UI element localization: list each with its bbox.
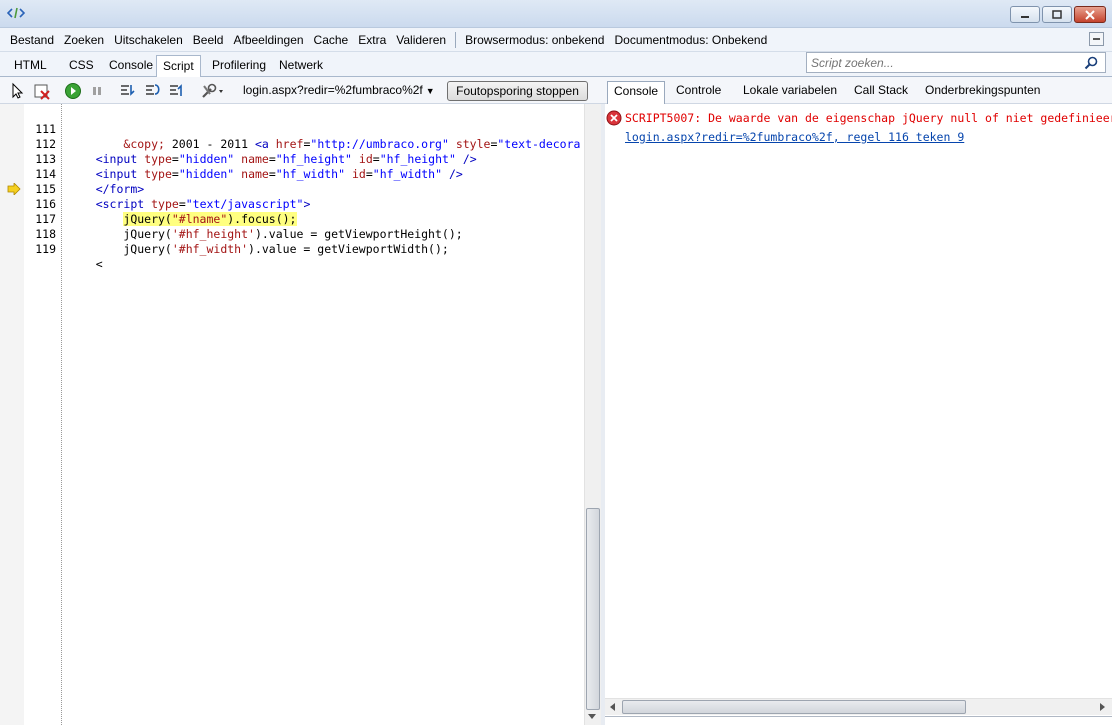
tab-profilering[interactable]: Profilering [206, 55, 272, 77]
search-icon[interactable] [1083, 55, 1099, 71]
code-line: 117 jQuery('#hf_height').value = getView… [0, 197, 583, 241]
menu-cache[interactable]: Cache [309, 31, 354, 49]
tab-right-console[interactable]: Console [607, 81, 666, 104]
tab-console[interactable]: Console [103, 55, 159, 77]
menu-afbeeldingen[interactable]: Afbeeldingen [228, 31, 308, 49]
tab-html[interactable]: HTML [8, 55, 53, 77]
tab-right-lokale-variabelen[interactable]: Lokale variabelen [737, 81, 843, 102]
menu-separator [455, 31, 457, 48]
scroll-right-arrow-icon[interactable] [1100, 703, 1105, 711]
code-line: 111 &copy; 2001 - 2011 <a href="http://u… [0, 107, 583, 151]
script-search-input[interactable] [806, 52, 1106, 73]
line-number: 119 [35, 242, 56, 256]
menu-bestand[interactable]: Bestand [5, 31, 59, 49]
pause-icon[interactable] [88, 82, 106, 100]
code-text: < [68, 257, 103, 271]
console-output-pane: SCRIPT5007: De waarde van de eigenschap … [605, 104, 1112, 725]
continue-icon[interactable] [64, 82, 82, 100]
tab-css[interactable]: CSS [63, 55, 100, 77]
menu-bar: Bestand Zoeken Uitschakelen Beeld Afbeel… [0, 28, 1112, 52]
script-toolbar: login.aspx?redir=%2fumbraco%2f ▼ Foutopsp… [0, 77, 1112, 104]
script-file-label: login.aspx?redir=%2fumbraco%2f [243, 83, 423, 97]
title-bar [0, 0, 1112, 28]
script-file-dropdown[interactable]: login.aspx?redir=%2fumbraco%2f ▼ [243, 83, 435, 97]
scroll-down-arrow-icon[interactable] [588, 714, 596, 719]
close-button[interactable] [1074, 6, 1106, 23]
console-input[interactable] [605, 716, 1112, 725]
menu-extra[interactable]: Extra [353, 31, 391, 49]
code-line-current: 116 jQuery("#lname").focus(); [0, 182, 583, 226]
code-text: jQuery('#hf_width').value = getViewportW… [68, 242, 449, 256]
scroll-left-arrow-icon[interactable] [610, 703, 615, 711]
script-source-pane[interactable]: 111 &copy; 2001 - 2011 <a href="http://u… [0, 104, 601, 725]
collapse-button[interactable] [1089, 32, 1104, 46]
restore-icon [1052, 9, 1062, 19]
tab-right-controle[interactable]: Controle [670, 81, 727, 102]
error-source-link[interactable]: login.aspx?redir=%2fumbraco%2f, regel 11… [625, 130, 964, 144]
tab-right-onderbrekingspunten[interactable]: Onderbrekingspunten [919, 81, 1046, 102]
tab-bar: HTML CSS Console Script Profilering Netw… [0, 52, 1112, 78]
tab-script[interactable]: Script [156, 55, 201, 78]
break-on-error-icon[interactable] [200, 82, 226, 100]
document-mode-menu[interactable]: Documentmodus: Onbekend [609, 31, 772, 49]
step-into-icon[interactable] [119, 82, 137, 100]
scrollbar-thumb[interactable] [622, 700, 966, 714]
code-line: 119 < [0, 227, 583, 271]
scrollbar-thumb[interactable] [586, 508, 600, 710]
stop-debugging-button[interactable]: Foutopsporing stoppen [447, 81, 588, 101]
error-message: SCRIPT5007: De waarde van de eigenschap … [625, 111, 1112, 125]
step-over-icon[interactable] [144, 82, 162, 100]
clear-breakpoints-icon[interactable] [33, 82, 51, 100]
close-icon [1085, 9, 1095, 20]
select-element-icon[interactable] [9, 82, 27, 100]
step-out-icon[interactable] [168, 82, 186, 100]
code-line: 112 <input type="hidden" name="hf_height… [0, 122, 583, 166]
code-line: 118 jQuery('#hf_width').value = getViewp… [0, 212, 583, 256]
console-horizontal-scrollbar[interactable] [605, 698, 1112, 715]
chevron-down-icon: ▼ [425, 86, 435, 96]
menu-uitschakelen[interactable]: Uitschakelen [109, 31, 188, 49]
minimize-button[interactable] [1010, 6, 1040, 23]
browser-mode-menu[interactable]: Browsermodus: onbekend [460, 31, 609, 49]
error-icon [606, 110, 622, 126]
code-line: 114 </form> [0, 152, 583, 196]
minimize-icon [1021, 15, 1029, 18]
developer-tools-icon [7, 7, 25, 19]
menu-valideren[interactable]: Valideren [391, 31, 451, 49]
code-vertical-scrollbar[interactable] [584, 104, 601, 725]
menu-beeld[interactable]: Beeld [188, 31, 229, 49]
maximize-button[interactable] [1042, 6, 1072, 23]
menu-zoeken[interactable]: Zoeken [59, 31, 109, 49]
tab-right-call-stack[interactable]: Call Stack [848, 81, 914, 102]
tab-netwerk[interactable]: Netwerk [273, 55, 329, 77]
code-line: 115 <script type="text/javascript"> [0, 167, 583, 211]
code-line: 113 <input type="hidden" name="hf_width"… [0, 137, 583, 181]
